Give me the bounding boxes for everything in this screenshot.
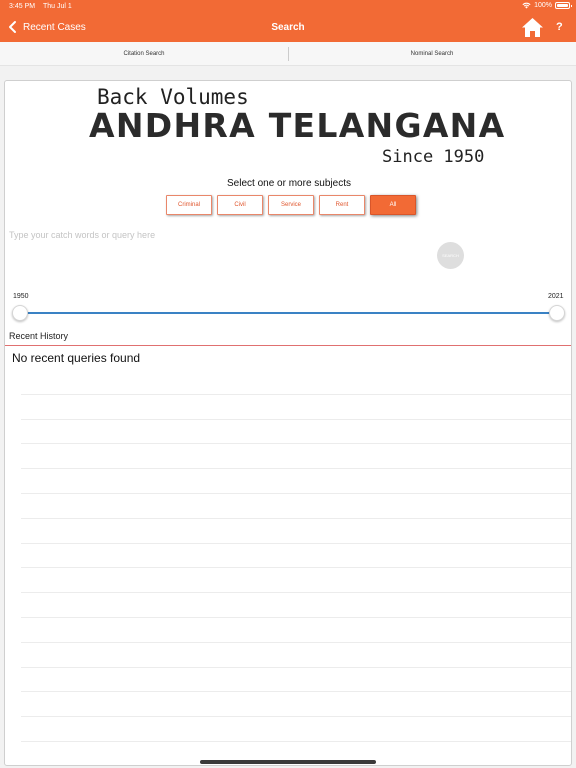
status-time: 3:45 PM <box>9 3 36 10</box>
year-range-min-label: 1950 <box>13 293 29 300</box>
list-item <box>21 668 571 693</box>
logo-line-andhra-telangana: ANDHRA TELANGANA <box>89 106 506 145</box>
logo-line-since: Since 1950 <box>382 147 485 167</box>
help-button[interactable]: ? <box>556 21 563 33</box>
subject-chip-civil[interactable]: Civil <box>217 195 263 215</box>
tab-nominal-search[interactable]: Nominal Search <box>288 42 576 66</box>
subject-chip-criminal[interactable]: Criminal <box>166 195 212 215</box>
list-item <box>21 618 571 643</box>
year-range-min-handle[interactable] <box>12 305 28 321</box>
list-item <box>21 692 571 718</box>
tab-citation-search[interactable]: Citation Search <box>0 42 288 66</box>
home-icon[interactable] <box>521 17 544 38</box>
subject-chip-rent[interactable]: Rent <box>319 195 365 215</box>
search-button[interactable]: SEARCH <box>437 242 464 269</box>
home-indicator <box>200 760 376 764</box>
list-item <box>21 519 571 544</box>
subject-chips: Criminal Civil Service Rent All <box>166 195 416 215</box>
subject-chip-all[interactable]: All <box>370 195 416 215</box>
recent-history-list <box>21 370 571 765</box>
subject-chip-service[interactable]: Service <box>268 195 314 215</box>
status-bar: 3:45 PM Thu Jul 1 100% <box>0 0 576 13</box>
list-item <box>21 544 571 569</box>
list-item <box>21 444 571 470</box>
year-range-max-handle[interactable] <box>549 305 565 321</box>
list-item <box>21 643 571 668</box>
list-item <box>21 420 571 445</box>
list-item <box>21 395 571 420</box>
list-item <box>21 370 571 395</box>
year-range-max-label: 2021 <box>548 293 564 300</box>
navigation-bar: 3:45 PM Thu Jul 1 100% Recent Cases Sear… <box>0 0 576 42</box>
list-item <box>21 717 571 742</box>
battery-percent: 100% <box>534 2 552 9</box>
search-mode-segmented-control: Citation Search Nominal Search <box>0 42 576 66</box>
recent-history-empty-message: No recent queries found <box>12 351 141 365</box>
recent-history-divider <box>5 345 571 346</box>
list-item <box>21 469 571 494</box>
subject-prompt: Select one or more subjects <box>227 178 351 189</box>
status-right: 100% <box>522 2 572 9</box>
page-title: Search <box>271 22 305 33</box>
battery-icon <box>555 2 572 9</box>
list-item <box>21 568 571 594</box>
query-input[interactable] <box>9 225 429 245</box>
recent-history-heading: Recent History <box>9 331 69 341</box>
list-item <box>21 593 571 618</box>
wifi-icon <box>522 2 531 9</box>
status-date: Thu Jul 1 <box>43 3 72 10</box>
list-item <box>21 494 571 519</box>
year-range-track <box>20 312 557 314</box>
search-card: Back Volumes ANDHRA TELANGANA Since 1950… <box>4 80 572 766</box>
